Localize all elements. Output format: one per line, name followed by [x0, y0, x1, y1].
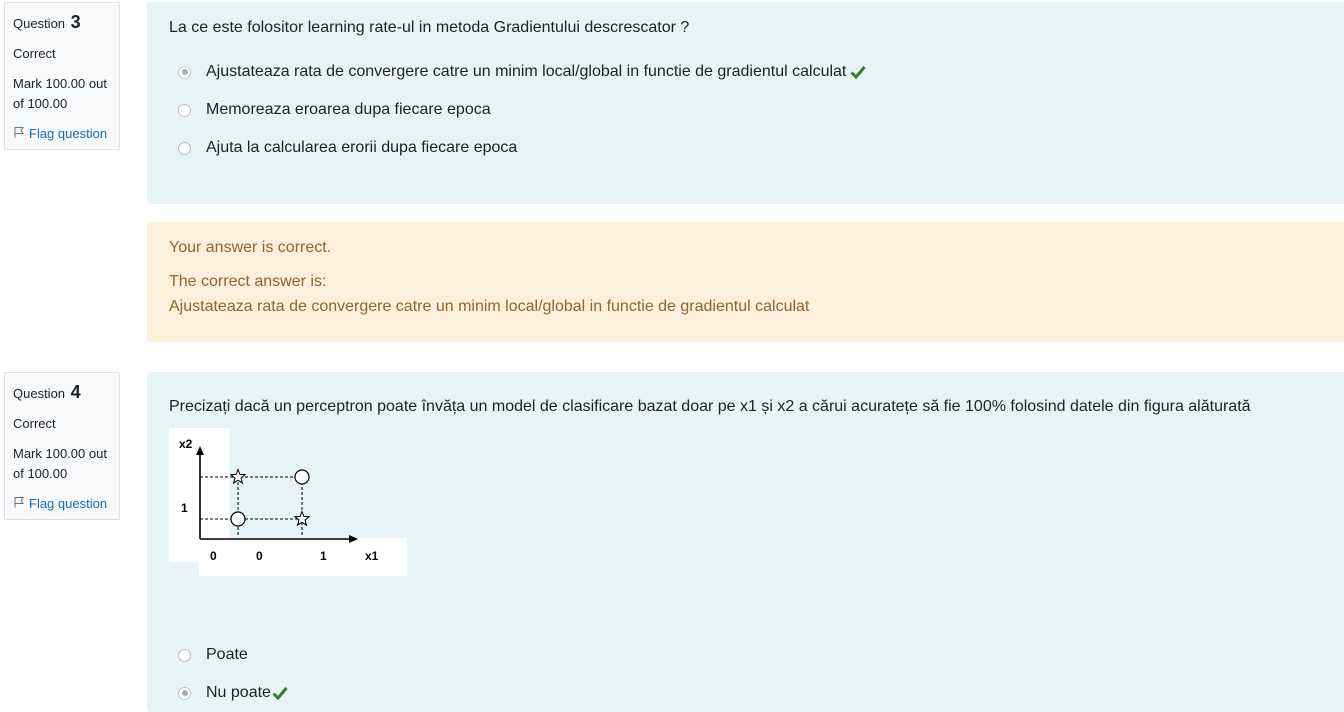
answer-option[interactable]: Poate	[169, 636, 288, 674]
question-number: Question 4	[13, 382, 111, 404]
radio-button-selected[interactable]	[178, 65, 191, 79]
flag-icon	[13, 124, 25, 144]
question-grade: Mark 100.00 out of 100.00	[13, 446, 107, 481]
answer-option[interactable]: Ajuta la calcularea erorii dupa fiecare …	[169, 129, 1322, 167]
question-state: Correct	[13, 46, 56, 61]
answer-option-label: Memoreaza eroarea dupa fiecare epoca	[206, 101, 491, 118]
feedback-result: Your answer is correct.	[169, 239, 332, 256]
flag-question-link[interactable]: Flag question	[13, 124, 111, 144]
question-number-value: 4	[70, 382, 81, 402]
flag-question-label: Flag question	[29, 126, 108, 141]
radio-button[interactable]	[178, 103, 191, 117]
flag-question-label: Flag question	[29, 496, 108, 511]
circle-point	[230, 511, 246, 527]
points-layer	[229, 468, 311, 527]
question-label: Question	[13, 386, 66, 401]
radio-button-selected[interactable]	[178, 686, 191, 700]
answer-option[interactable]: Ajustateaza rata de convergere catre un …	[169, 53, 1322, 91]
question-number-value: 3	[70, 12, 81, 32]
feedback-correct-answer: Ajustateaza rata de convergere catre un …	[169, 298, 810, 315]
correct-check-icon	[850, 65, 867, 79]
answer-options: Ajustateaza rata de convergere catre un …	[169, 53, 1322, 167]
question-grade: Mark 100.00 out of 100.00	[13, 76, 107, 111]
feedback-correct-intro: The correct answer is:	[169, 273, 327, 290]
answer-options: Poate Nu poate	[169, 636, 288, 712]
answer-option-label: Ajustateaza rata de convergere catre un …	[206, 63, 847, 80]
perceptron-figure: x2 1 0 0 1 x1	[169, 428, 409, 578]
radio-button[interactable]	[178, 648, 191, 662]
question-info-3: Question 3 Correct Mark 100.00 out of 10…	[4, 2, 120, 150]
question-3-feedback: Your answer is correct. The correct answ…	[147, 222, 1344, 342]
question-text: Precizați dacă un perceptron poate învăț…	[169, 398, 1251, 415]
flag-icon	[13, 494, 25, 514]
question-4-formulation: Precizați dacă un perceptron poate învăț…	[147, 372, 1344, 712]
question-text: La ce este folositor learning rate-ul in…	[169, 19, 690, 36]
question-label: Question	[13, 16, 66, 31]
question-info-4: Question 4 Correct Mark 100.00 out of 10…	[4, 372, 120, 520]
star-point	[229, 468, 247, 485]
answer-option-label: Ajuta la calcularea erorii dupa fiecare …	[206, 139, 518, 156]
y-axis-label: x2	[179, 437, 193, 451]
radio-button[interactable]	[178, 141, 191, 155]
x-tick-label: 0	[210, 549, 217, 563]
answer-option[interactable]: Memoreaza eroarea dupa fiecare epoca	[169, 91, 1322, 129]
x-axis-label: x1	[365, 549, 379, 563]
x-tick-label: 1	[320, 549, 327, 563]
question-3-formulation: La ce este folositor learning rate-ul in…	[147, 2, 1344, 204]
figure-svg: x2 1 0 0 1 x1	[169, 428, 407, 576]
question-state: Correct	[13, 416, 56, 431]
circle-point	[294, 469, 310, 485]
answer-option[interactable]: Nu poate	[169, 674, 288, 712]
answer-option-label: Nu poate	[206, 684, 271, 701]
flag-question-link[interactable]: Flag question	[13, 494, 111, 514]
question-number: Question 3	[13, 12, 111, 34]
y-tick-label: 1	[181, 501, 188, 515]
answer-option-label: Poate	[206, 646, 248, 663]
x-tick-label: 0	[256, 549, 263, 563]
correct-check-icon	[272, 686, 288, 700]
